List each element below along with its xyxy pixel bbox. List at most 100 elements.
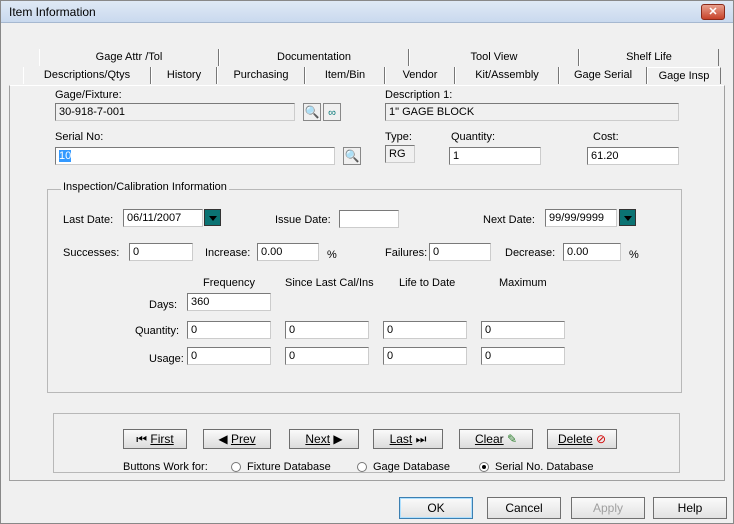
prev-label: Prev [230,432,256,446]
next-label: Next [305,432,331,446]
right-arrow-icon: ▶ [333,432,343,446]
tab-documentation[interactable]: Documentation [219,49,409,66]
description-field[interactable]: 1" GAGE BLOCK [385,103,679,121]
buttons-work-for-label: Buttons Work for: [123,461,208,473]
usage-life-field[interactable]: 0 [383,347,467,365]
title-bar: Item Information ✕ [1,1,733,23]
serial-search-button[interactable]: 🔍 [343,147,361,165]
cancel-button[interactable]: Cancel [487,497,561,519]
delete-icon: ⊘ [595,432,607,446]
radio-gage-label: Gage Database [373,461,451,473]
clear-label: Clear [474,432,504,446]
failures-field[interactable]: 0 [429,243,491,261]
window-title: Item Information [9,5,96,19]
quantity-since-field[interactable]: 0 [285,321,369,339]
first-icon: ⏮ [136,432,148,446]
radio-gage-database[interactable] [357,462,367,472]
magnifier-icon: 🔍 [304,105,320,119]
radio-serial-label: Serial No. Database [495,461,594,473]
successes-field[interactable]: 0 [129,243,193,261]
tab-row-1: Gage Attr /Tol Documentation Tool View S… [9,49,725,66]
quantity-max-field[interactable]: 0 [481,321,565,339]
description-label: Description 1: [385,89,453,101]
tab-gage-insp[interactable]: Gage Insp [647,67,721,84]
quantity-field[interactable]: 1 [449,147,541,165]
tab-row-2: Descriptions/Qtys History Purchasing Ite… [9,67,725,84]
tab-purchasing[interactable]: Purchasing [217,67,305,84]
issue-date-label: Issue Date: [275,214,331,226]
decrease-unit: % [629,249,639,261]
next-date-label: Next Date: [483,214,535,226]
delete-label: Delete [557,432,593,446]
tab-gage-attr-tol[interactable]: Gage Attr /Tol [39,49,219,66]
tab-item-bin[interactable]: Item/Bin [305,67,385,84]
clear-button[interactable]: Clear ✎ [459,429,533,449]
first-label: First [150,432,174,446]
usage-since-field[interactable]: 0 [285,347,369,365]
eraser-icon: ✎ [506,432,518,446]
usage-row-label: Usage: [149,353,184,365]
apply-button[interactable]: Apply [571,497,645,519]
quantity-label: Quantity: [451,131,496,143]
first-button[interactable]: ⏮ First [123,429,187,449]
inspection-group-title: Inspection/Calibration Information [61,181,229,193]
radio-serial-database[interactable] [479,462,489,472]
item-information-window: Item Information ✕ Gage Attr /Tol Docume… [0,0,734,524]
ok-button[interactable]: OK [399,497,473,519]
gage-view-button[interactable]: ∞ [323,103,341,121]
gage-fixture-field[interactable]: 30-918-7-001 [55,103,295,121]
quantity-life-field[interactable]: 0 [383,321,467,339]
increase-label: Increase: [205,247,251,259]
days-frequency-field[interactable]: 360 [187,293,271,311]
increase-unit: % [327,249,337,261]
last-icon: ⏭ [415,432,427,446]
next-button[interactable]: Next ▶ [289,429,359,449]
prev-button[interactable]: ◀ Prev [203,429,271,449]
last-label: Last [389,432,413,446]
left-arrow-icon: ◀ [218,432,228,446]
last-date-field[interactable]: 06/11/2007 [123,209,203,227]
usage-max-field[interactable]: 0 [481,347,565,365]
serial-no-value: 10 [59,150,72,162]
usage-frequency-field[interactable]: 0 [187,347,271,365]
last-date-label: Last Date: [63,214,114,226]
tab-shelf-life[interactable]: Shelf Life [579,49,719,66]
maximum-column-header: Maximum [499,277,547,289]
since-last-column-header: Since Last Cal/Ins [285,277,374,289]
life-to-date-column-header: Life to Date [399,277,456,289]
tab-vendor[interactable]: Vendor [385,67,455,84]
decrease-label: Decrease: [505,247,556,259]
type-label: Type: [385,131,412,143]
cost-field[interactable]: 61.20 [587,147,679,165]
next-date-field[interactable]: 99/99/9999 [545,209,617,227]
last-date-dropdown-icon[interactable] [204,209,221,226]
successes-label: Successes: [63,247,120,259]
tab-gage-serial[interactable]: Gage Serial [559,67,647,84]
serial-no-field[interactable]: 10 [55,147,335,165]
type-field[interactable]: RG [385,145,415,163]
failures-label: Failures: [385,247,428,259]
quantity-row-label: Quantity: [135,325,180,337]
gage-fixture-label: Gage/Fixture: [55,89,122,101]
gage-search-button[interactable]: 🔍 [303,103,321,121]
quantity-frequency-field[interactable]: 0 [187,321,271,339]
delete-button[interactable]: Delete ⊘ [547,429,617,449]
tab-history[interactable]: History [151,67,217,84]
last-button[interactable]: Last ⏭ [373,429,443,449]
cost-label: Cost: [593,131,619,143]
next-date-dropdown-icon[interactable] [619,209,636,226]
tab-descriptions-qtys[interactable]: Descriptions/Qtys [23,67,151,84]
binoculars-icon: ∞ [328,107,336,119]
tab-kit-assembly[interactable]: Kit/Assembly [455,67,559,84]
serial-no-label: Serial No: [55,131,104,143]
issue-date-field[interactable] [339,210,399,228]
increase-field[interactable]: 0.00 [257,243,319,261]
close-button[interactable]: ✕ [701,4,725,20]
radio-fixture-database[interactable] [231,462,241,472]
days-label: Days: [149,299,178,311]
tab-tool-view[interactable]: Tool View [409,49,579,66]
decrease-field[interactable]: 0.00 [563,243,621,261]
help-button[interactable]: Help [653,497,727,519]
radio-fixture-label: Fixture Database [247,461,331,473]
frequency-column-header: Frequency [203,277,255,289]
